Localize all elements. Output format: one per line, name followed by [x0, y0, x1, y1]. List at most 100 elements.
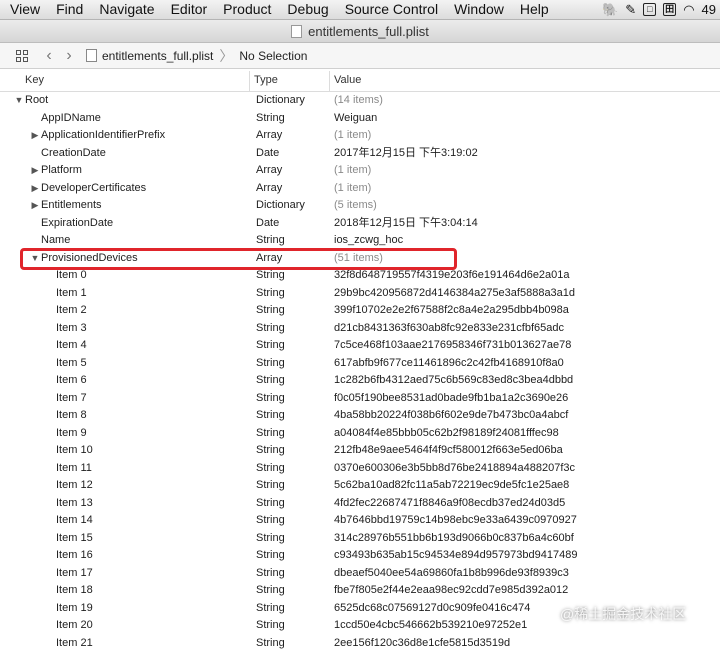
table-row[interactable]: Item 16Stringc93493b635ab15c94534e894d95…	[0, 547, 720, 565]
disclosure-closed-icon[interactable]: ▶	[30, 127, 40, 145]
evernote-icon[interactable]: 🐘	[602, 0, 618, 19]
row-type[interactable]: Dictionary	[256, 92, 305, 110]
table-row[interactable]: Item 6String1c282b6fb4312aed75c6b569c83e…	[0, 372, 720, 390]
row-value[interactable]: a04084f4e85bbb05c62b2f98189f24081fffec98	[334, 425, 559, 443]
row-value[interactable]: (14 items)	[334, 92, 383, 110]
keyboard-icon[interactable]: □	[643, 3, 656, 16]
row-key[interactable]: Item 12	[56, 477, 93, 495]
row-key[interactable]: Item 21	[56, 635, 93, 652]
table-row[interactable]: NameStringios_zcwg_hoc	[0, 232, 720, 250]
menu-help[interactable]: Help	[512, 0, 557, 19]
table-row[interactable]: Item 9Stringa04084f4e85bbb05c62b2f98189f…	[0, 425, 720, 443]
input-method-icon[interactable]: 田	[663, 3, 676, 16]
row-type[interactable]: String	[256, 110, 285, 128]
table-row[interactable]: Item 12String5c62ba10ad82fc11a5ab72219ec…	[0, 477, 720, 495]
column-header-value[interactable]: Value	[334, 74, 361, 86]
row-type[interactable]: Array	[256, 180, 282, 198]
row-value[interactable]: 2ee156f120c36d8e1cfe5815d3519d	[334, 635, 510, 652]
row-type[interactable]: String	[256, 530, 285, 548]
row-value[interactable]: 399f10702e2e2f67588f2c8a4e2a295dbb4b098a	[334, 302, 569, 320]
table-row[interactable]: CreationDateDate2017年12月15日 下午3:19:02	[0, 145, 720, 163]
row-type[interactable]: String	[256, 320, 285, 338]
row-type[interactable]: Date	[256, 145, 279, 163]
row-value[interactable]: 1ccd50e4cbc546662b539210e97252e1	[334, 617, 527, 635]
row-key[interactable]: Item 8	[56, 407, 87, 425]
table-row[interactable]: Item 21String2ee156f120c36d8e1cfe5815d35…	[0, 635, 720, 652]
row-value[interactable]: Weiguan	[334, 110, 377, 128]
row-type[interactable]: String	[256, 355, 285, 373]
row-type[interactable]: String	[256, 442, 285, 460]
row-key[interactable]: Item 19	[56, 600, 93, 618]
row-value[interactable]: (1 item)	[334, 180, 371, 198]
row-key[interactable]: Name	[41, 232, 70, 250]
row-key[interactable]: Item 13	[56, 495, 93, 513]
row-value[interactable]: 0370e600306e3b5bb8d76be2418894a488207f3c	[334, 460, 575, 478]
row-value[interactable]: 6525dc68c07569127d0c909fe0416c474	[334, 600, 530, 618]
row-type[interactable]: String	[256, 582, 285, 600]
menu-source-control[interactable]: Source Control	[337, 0, 446, 19]
column-header-key[interactable]: Key	[25, 74, 44, 86]
disclosure-closed-icon[interactable]: ▶	[30, 180, 40, 198]
row-value[interactable]: (1 item)	[334, 162, 371, 180]
row-value[interactable]: 4ba58bb20224f038b6f602e9de7b473bc0a4abcf	[334, 407, 568, 425]
row-value[interactable]: 7c5ce468f103aae2176958346f731b013627ae78	[334, 337, 571, 355]
row-key[interactable]: Item 17	[56, 565, 93, 583]
row-key[interactable]: Item 10	[56, 442, 93, 460]
related-items-icon[interactable]	[16, 50, 28, 62]
table-row[interactable]: Item 5String617abfb9f677ce11461896c2c42f…	[0, 355, 720, 373]
table-row[interactable]: Item 2 String 399f10702e2e2f67588f2c8a4e2a…	[0, 302, 720, 320]
table-row[interactable]: Item 13 String 4fd2fec22687471f8846a9f08ec…	[0, 495, 720, 513]
row-type[interactable]: String	[256, 337, 285, 355]
table-row[interactable]: Item 10 String 212fb48e9aee5464f4f9cf58001…	[0, 442, 720, 460]
table-row[interactable]: Item 17Stringdbeaef5040ee54a69860fa1b8b9…	[0, 565, 720, 583]
menu-editor[interactable]: Editor	[163, 0, 216, 19]
row-value[interactable]: ios_zcwg_hoc	[334, 232, 403, 250]
table-row[interactable]: Item 3Stringd21cb8431363f630ab8fc92e833e…	[0, 320, 720, 338]
menu-product[interactable]: Product	[215, 0, 279, 19]
row-key[interactable]: Platform	[41, 162, 82, 180]
row-key[interactable]: Item 7	[56, 390, 87, 408]
table-row[interactable]: Item 11String0370e600306e3b5bb8d76be2418…	[0, 460, 720, 478]
row-key[interactable]: AppIDName	[41, 110, 101, 128]
row-value[interactable]: 1c282b6fb4312aed75c6b569c83ed8c3bea4dbbd	[334, 372, 573, 390]
row-key[interactable]: Entitlements	[41, 197, 102, 215]
row-type[interactable]: String	[256, 512, 285, 530]
table-row[interactable]: Item 4String7c5ce468f103aae2176958346f73…	[0, 337, 720, 355]
column-divider[interactable]	[329, 71, 330, 91]
row-value[interactable]: c93493b635ab15c94534e894d957973bd9417489	[334, 547, 577, 565]
row-type[interactable]: String	[256, 302, 285, 320]
row-type[interactable]: String	[256, 495, 285, 513]
table-row[interactable]: Item 15String314c28976b551bb6b193d9066b0…	[0, 530, 720, 548]
row-key[interactable]: Item 3	[56, 320, 87, 338]
row-type[interactable]: String	[256, 425, 285, 443]
column-header-type[interactable]: Type	[254, 74, 278, 86]
row-type[interactable]: String	[256, 407, 285, 425]
table-row[interactable]: Item 1String29b9bc420956872d4146384a275e…	[0, 285, 720, 303]
row-value[interactable]: 29b9bc420956872d4146384a275e3af5888a3a1d	[334, 285, 575, 303]
row-value[interactable]: 5c62ba10ad82fc11a5ab72219ec9de5fc1e25ae8	[334, 477, 569, 495]
menu-find[interactable]: Find	[48, 0, 91, 19]
menu-window[interactable]: Window	[446, 0, 512, 19]
table-row[interactable]: ▶EntitlementsDictionary(5 items)	[0, 197, 720, 215]
table-row[interactable]: ▶DeveloperCertificates Array (1 item)	[0, 180, 720, 198]
menu-debug[interactable]: Debug	[279, 0, 336, 19]
row-key[interactable]: Item 2	[56, 302, 87, 320]
row-value[interactable]: f0c05f190bee8531ad0bade9fb1ba1a2c3690e26	[334, 390, 568, 408]
row-key[interactable]: CreationDate	[41, 145, 106, 163]
disclosure-open-icon[interactable]: ▼	[14, 92, 24, 110]
row-type[interactable]: String	[256, 547, 285, 565]
row-value[interactable]: 212fb48e9aee5464f4f9cf580012f663e5ed06ba	[334, 442, 563, 460]
breadcrumb-selection[interactable]: No Selection	[239, 49, 307, 63]
row-value[interactable]: 4fd2fec22687471f8846a9f08ecdb37ed24d03d5	[334, 495, 565, 513]
row-key[interactable]: Item 6	[56, 372, 87, 390]
row-key[interactable]: Item 14	[56, 512, 93, 530]
row-type[interactable]: String	[256, 600, 285, 618]
row-key[interactable]: ApplicationIdentifierPrefix	[41, 127, 165, 145]
table-row[interactable]: ▼RootDictionary(14 items)	[0, 92, 720, 110]
row-type[interactable]: String	[256, 285, 285, 303]
disclosure-closed-icon[interactable]: ▶	[30, 197, 40, 215]
table-row[interactable]: Item 14String4b7646bbd19759c14b98ebc9e33…	[0, 512, 720, 530]
table-row[interactable]: ▶PlatformArray(1 item)	[0, 162, 720, 180]
pen-icon[interactable]: ✎	[625, 0, 636, 19]
row-key[interactable]: DeveloperCertificates	[41, 180, 146, 198]
